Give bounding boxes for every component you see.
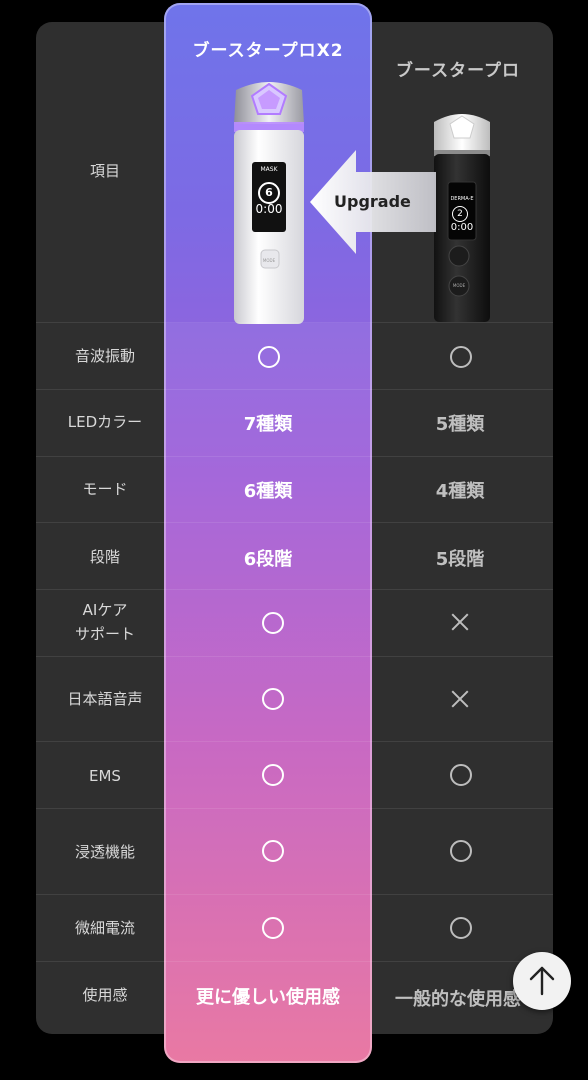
value-led-highlight: 7種類 <box>243 414 293 435</box>
circle-icon <box>450 840 472 862</box>
device-screen-time: 0:00 <box>255 202 283 216</box>
row-label-led: LEDカラー <box>67 413 143 431</box>
device-screen-label: MASK <box>260 166 278 173</box>
row-label-feel: 使用感 <box>82 986 128 1004</box>
row-divider <box>36 656 553 657</box>
device-screen-number-other: 2 <box>452 206 468 222</box>
value-feel-highlight: 更に優しい使用感 <box>196 987 340 1008</box>
row-label-microcurrent: 微細電流 <box>74 919 135 937</box>
circle-icon <box>262 917 284 939</box>
arrow-up-icon <box>529 966 555 996</box>
device-mode-button: MODE <box>262 258 276 263</box>
row-divider <box>36 808 553 809</box>
scroll-top-button[interactable] <box>513 952 571 1010</box>
row-divider <box>36 389 553 390</box>
circle-icon <box>450 346 472 368</box>
row-divider <box>36 961 553 962</box>
circle-icon <box>450 764 472 786</box>
circle-icon <box>262 840 284 862</box>
circle-icon <box>262 688 284 710</box>
row-label-level: 段階 <box>89 548 120 566</box>
row-label-voice: 日本語音声 <box>67 690 143 708</box>
circle-icon <box>258 346 280 368</box>
device-screen-number: 6 <box>258 182 280 204</box>
circle-icon <box>450 917 472 939</box>
value-mode-highlight: 6種類 <box>243 481 293 502</box>
column-title-highlight: ブースタープロX2 <box>192 41 344 61</box>
value-level-highlight: 6段階 <box>243 549 293 570</box>
circle-icon <box>262 764 284 786</box>
row-label-ems: EMS <box>89 767 121 785</box>
value-mode-other: 4種類 <box>435 481 485 502</box>
value-led-other: 5種類 <box>435 414 485 435</box>
row-divider <box>36 522 553 523</box>
value-level-other: 5段階 <box>435 549 485 570</box>
row-label-ai-care: AIケア サポート <box>74 601 135 643</box>
row-label-sonic: 音波振動 <box>74 347 135 365</box>
row-divider <box>36 589 553 590</box>
row-label-penetration: 浸透機能 <box>74 843 135 861</box>
column-title-other: ブースタープロ <box>395 61 521 81</box>
cross-icon <box>449 688 471 710</box>
device-screen-time-other: 0:00 <box>450 222 474 233</box>
row-label-item: 項目 <box>89 162 120 180</box>
device-mode-button-other: MODE <box>452 283 466 288</box>
upgrade-label: Upgrade <box>334 192 411 211</box>
row-divider <box>36 456 553 457</box>
row-divider <box>36 322 553 323</box>
row-divider <box>36 894 553 895</box>
cross-icon <box>449 611 471 633</box>
row-divider <box>36 741 553 742</box>
row-label-mode: モード <box>82 480 128 498</box>
circle-icon <box>262 612 284 634</box>
device-screen-label-other: DERMA-E <box>450 196 474 202</box>
